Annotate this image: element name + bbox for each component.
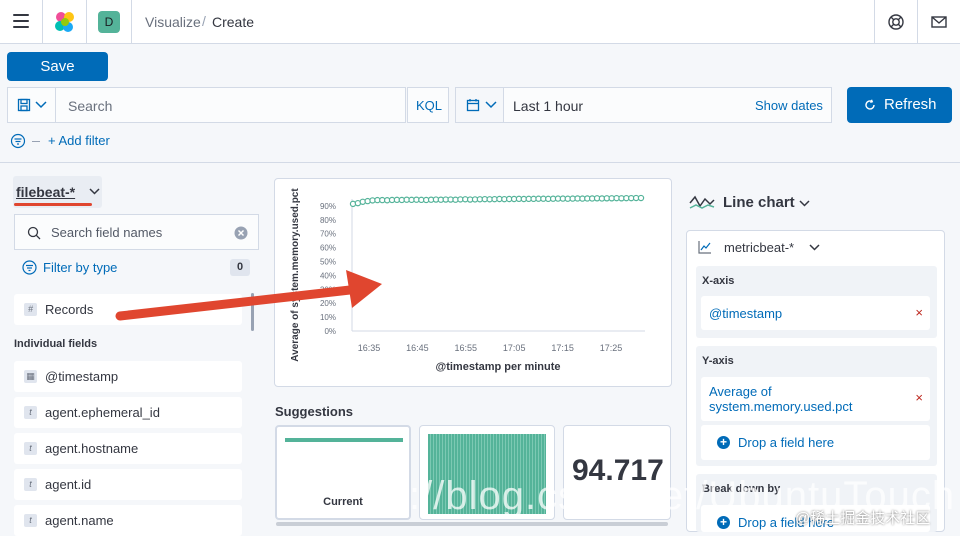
saved-query-button[interactable] (8, 88, 56, 122)
chart-type-switcher[interactable]: Line chart (723, 194, 795, 211)
field-search-input[interactable]: Search field names (51, 225, 162, 240)
field-item-timestamp[interactable]: ▦ @timestamp (14, 361, 242, 392)
suggestions-scrollbar[interactable] (276, 522, 668, 526)
calendar-icon (466, 99, 480, 112)
line-chart-icon (689, 195, 715, 209)
field-item-agent-hostname[interactable]: t agent.hostname (14, 433, 242, 464)
number-type-icon: # (24, 303, 37, 316)
x-axis-heading: X-axis (702, 275, 735, 287)
kibana-logo-icon[interactable] (53, 10, 77, 34)
top-nav-bar: D Visualize / Create (0, 0, 960, 44)
x-axis-field[interactable]: @timestamp × (701, 296, 930, 330)
drop-label: Drop a field here (738, 435, 835, 450)
divider (42, 0, 43, 44)
index-pattern-label: filebeat-* (16, 184, 76, 200)
chevron-down-icon (485, 101, 497, 109)
divider (917, 0, 918, 44)
x-tick-label: 16:35 (358, 343, 381, 353)
date-type-icon: ▦ (24, 370, 37, 383)
refresh-button[interactable]: Refresh (847, 87, 952, 123)
x-axis-field-label: @timestamp (709, 306, 783, 321)
save-disk-icon (17, 98, 31, 112)
kql-toggle-button[interactable]: KQL (407, 87, 449, 123)
y-tick-label: 90% (320, 202, 336, 211)
breadcrumb-separator: / (202, 13, 206, 29)
annotation-arrow-icon (115, 270, 382, 321)
date-picker: Last 1 hour Show dates (455, 87, 832, 123)
field-name: Records (45, 302, 94, 317)
field-name: agent.name (45, 513, 114, 528)
query-bar: Search (7, 87, 406, 123)
x-tick-label: 17:15 (551, 343, 574, 353)
y-tick-label: 60% (320, 244, 336, 253)
refresh-icon (865, 99, 875, 110)
annotation-underline (14, 203, 92, 206)
string-type-icon: t (24, 442, 37, 455)
layer-index-pattern[interactable]: metricbeat-* (724, 240, 794, 255)
remove-x-axis-icon[interactable]: × (915, 305, 923, 320)
show-dates-link[interactable]: Show dates (755, 98, 823, 113)
breadcrumb-create: Create (212, 14, 255, 30)
space-avatar[interactable]: D (98, 11, 120, 33)
divider (874, 0, 875, 44)
x-axis-title: @timestamp per minute (435, 361, 560, 373)
field-name: agent.id (45, 477, 92, 492)
y-tick-label: 80% (320, 216, 336, 225)
y-tick-label: 50% (320, 258, 336, 267)
watermark-site: @稀土掘金技术社区 (795, 510, 931, 527)
kql-label: KQL (416, 98, 443, 113)
string-type-icon: t (24, 514, 37, 527)
filter-by-type-button[interactable]: Filter by type (43, 260, 117, 275)
add-filter-button[interactable]: + Add filter (48, 133, 110, 148)
field-item-agent-id[interactable]: t agent.id (14, 469, 242, 500)
y-axis-drop-zone[interactable]: + Drop a field here (701, 425, 930, 460)
string-type-icon: t (24, 406, 37, 419)
string-type-icon: t (24, 478, 37, 491)
suggestions-heading: Suggestions (275, 404, 354, 419)
remove-y-axis-icon[interactable]: × (915, 390, 923, 405)
x-tick-label: 17:25 (600, 343, 623, 353)
field-item-agent-ephemeral-id[interactable]: t agent.ephemeral_id (14, 397, 242, 428)
y-tick-label: 70% (320, 230, 336, 239)
line-chart-small-icon (698, 241, 711, 254)
divider (131, 0, 132, 44)
y-axis-heading: Y-axis (702, 355, 734, 367)
field-name: agent.hostname (45, 441, 139, 456)
search-icon (27, 226, 41, 240)
chevron-down-icon[interactable] (799, 200, 810, 207)
chevron-down-icon[interactable] (809, 244, 820, 251)
x-tick-label: 17:05 (503, 343, 526, 353)
hamburger-menu-icon[interactable] (13, 14, 29, 28)
refresh-label: Refresh (884, 96, 937, 113)
filter-icon (22, 260, 37, 275)
y-axis-field-label-line1: Average of (709, 384, 772, 399)
field-name: @timestamp (45, 369, 119, 384)
field-name: agent.ephemeral_id (45, 405, 160, 420)
mail-icon[interactable] (929, 12, 949, 32)
breadcrumb-visualize[interactable]: Visualize (145, 14, 201, 30)
divider (86, 0, 87, 44)
individual-fields-heading: Individual fields (14, 338, 98, 350)
save-button[interactable]: Save (7, 52, 108, 81)
time-range-label[interactable]: Last 1 hour (513, 98, 583, 114)
field-search-box[interactable]: Search field names (14, 214, 259, 250)
help-lifebuoy-icon[interactable] (886, 12, 906, 32)
chevron-down-icon (89, 188, 100, 195)
suggestion-line-preview (285, 438, 403, 442)
divider (0, 162, 960, 163)
chevron-down-icon (35, 101, 47, 109)
y-axis-field-label-line2: system.memory.used.pct (709, 399, 853, 414)
field-item-agent-name[interactable]: t agent.name (14, 505, 242, 536)
x-tick-label: 16:55 (455, 343, 478, 353)
plus-icon: + (717, 436, 730, 449)
x-tick-label: 16:45 (406, 343, 429, 353)
search-input[interactable]: Search (68, 98, 112, 114)
divider (32, 141, 40, 142)
filter-options-icon[interactable] (10, 133, 26, 149)
quick-menu-button[interactable] (456, 88, 504, 122)
clear-search-icon[interactable] (234, 226, 248, 240)
y-axis-field[interactable]: Average of system.memory.used.pct × (701, 377, 930, 421)
data-point[interactable] (637, 194, 645, 202)
